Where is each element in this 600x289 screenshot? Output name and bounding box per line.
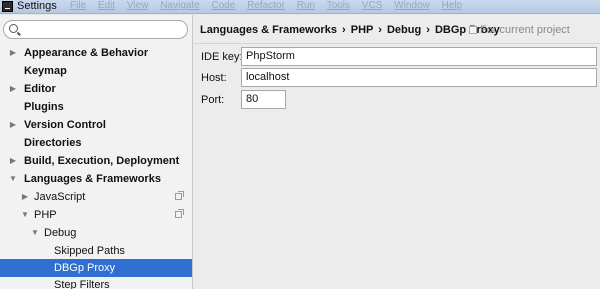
sidebar-item-step-filters[interactable]: Step Filters	[0, 276, 192, 289]
menu-view: View	[126, 0, 149, 11]
collapse-arrow-icon[interactable]: ▼	[30, 224, 40, 242]
breadcrumb-separator: ›	[378, 24, 382, 36]
sidebar-item-languages-frameworks[interactable]: ▼ Languages & Frameworks	[0, 170, 192, 188]
sidebar-item-label: PHP	[34, 209, 57, 221]
menu-window: Window	[394, 0, 430, 11]
breadcrumb-item: Debug	[386, 24, 422, 36]
menu-help: Help	[441, 0, 463, 11]
sidebar-item-label: Skipped Paths	[54, 245, 125, 257]
menu-file: File	[70, 0, 87, 11]
search-icon	[9, 24, 18, 33]
window-title: Settings	[17, 0, 57, 12]
sidebar-item-label: JavaScript	[34, 191, 86, 203]
scope-note: For current project	[469, 24, 570, 36]
menu-edit: Edit	[97, 0, 116, 11]
breadcrumb-item: Languages & Frameworks	[200, 24, 337, 36]
sidebar-item-label: Editor	[24, 83, 56, 95]
sidebar-item-label: Languages & Frameworks	[24, 173, 161, 185]
collapse-arrow-icon[interactable]: ▼	[8, 170, 18, 188]
breadcrumb-separator: ›	[342, 24, 346, 36]
sidebar-item-php[interactable]: ▼ PHP	[0, 206, 192, 224]
sidebar-item-label: Version Control	[24, 119, 106, 131]
sidebar-item-appearance-behavior[interactable]: ▶ Appearance & Behavior	[0, 44, 192, 62]
sidebar-item-javascript[interactable]: ▶ JavaScript	[0, 188, 192, 206]
menu-refactor: Refactor	[247, 0, 285, 11]
project-scope-icon	[469, 26, 477, 34]
menu-vcs: VCS	[361, 0, 383, 11]
ide-key-field[interactable]: PhpStorm	[241, 47, 597, 66]
menu-bar-ghost: File Edit View Navigate Code Refactor Ru…	[70, 0, 471, 12]
breadcrumb-separator: ›	[426, 24, 430, 36]
expand-arrow-icon[interactable]: ▶	[8, 80, 18, 98]
search-field[interactable]	[3, 20, 188, 39]
sidebar-item-dbgp-proxy[interactable]: DBGp Proxy	[0, 259, 192, 277]
project-scope-icon	[175, 191, 184, 200]
port-label: Port:	[201, 94, 225, 106]
sidebar-item-plugins[interactable]: Plugins	[0, 98, 192, 116]
settings-main-panel: Languages & Frameworks › PHP › Debug › D…	[194, 15, 600, 289]
scope-note-text: For current project	[480, 24, 570, 36]
menu-tools: Tools	[326, 0, 351, 11]
breadcrumb-item: PHP	[350, 24, 374, 36]
expand-arrow-icon[interactable]: ▶	[8, 116, 18, 134]
sidebar-item-label: Debug	[44, 227, 77, 239]
sidebar-item-label: Build, Execution, Deployment	[24, 155, 180, 167]
sidebar-item-build-execution-deployment[interactable]: ▶ Build, Execution, Deployment	[0, 152, 192, 170]
expand-arrow-icon[interactable]: ▶	[8, 152, 18, 170]
sidebar-item-label: DBGp Proxy	[54, 262, 116, 274]
expand-arrow-icon[interactable]: ▶	[8, 44, 18, 62]
sidebar-item-label: Step Filters	[54, 279, 110, 289]
menu-navigate: Navigate	[160, 0, 200, 11]
sidebar-item-directories[interactable]: Directories	[0, 134, 192, 152]
header-divider	[194, 43, 600, 44]
title-bar: Settings File Edit View Navigate Code Re…	[0, 0, 600, 14]
host-field[interactable]: localhost	[241, 68, 597, 87]
project-scope-icon	[175, 209, 184, 218]
settings-sidebar: ▶ Appearance & Behavior Keymap ▶ Editor …	[0, 15, 193, 289]
ide-key-label: IDE key:	[201, 51, 243, 63]
search-input[interactable]	[22, 22, 182, 37]
host-label: Host:	[201, 72, 227, 84]
breadcrumb: Languages & Frameworks › PHP › Debug › D…	[200, 24, 500, 36]
menu-run: Run	[296, 0, 316, 11]
sidebar-item-skipped-paths[interactable]: Skipped Paths	[0, 242, 192, 260]
collapse-arrow-icon[interactable]: ▼	[20, 206, 30, 224]
sidebar-item-editor[interactable]: ▶ Editor	[0, 80, 192, 98]
sidebar-item-debug[interactable]: ▼ Debug	[0, 224, 192, 242]
expand-arrow-icon[interactable]: ▶	[20, 188, 30, 206]
app-icon	[2, 1, 13, 12]
sidebar-item-keymap[interactable]: Keymap	[0, 62, 192, 80]
sidebar-item-label: Plugins	[24, 101, 64, 113]
sidebar-item-label: Directories	[24, 137, 82, 149]
sidebar-item-label: Keymap	[24, 65, 67, 77]
sidebar-item-version-control[interactable]: ▶ Version Control	[0, 116, 192, 134]
port-field[interactable]: 80	[241, 90, 286, 109]
sidebar-item-label: Appearance & Behavior	[24, 47, 149, 59]
menu-code: Code	[211, 0, 236, 11]
